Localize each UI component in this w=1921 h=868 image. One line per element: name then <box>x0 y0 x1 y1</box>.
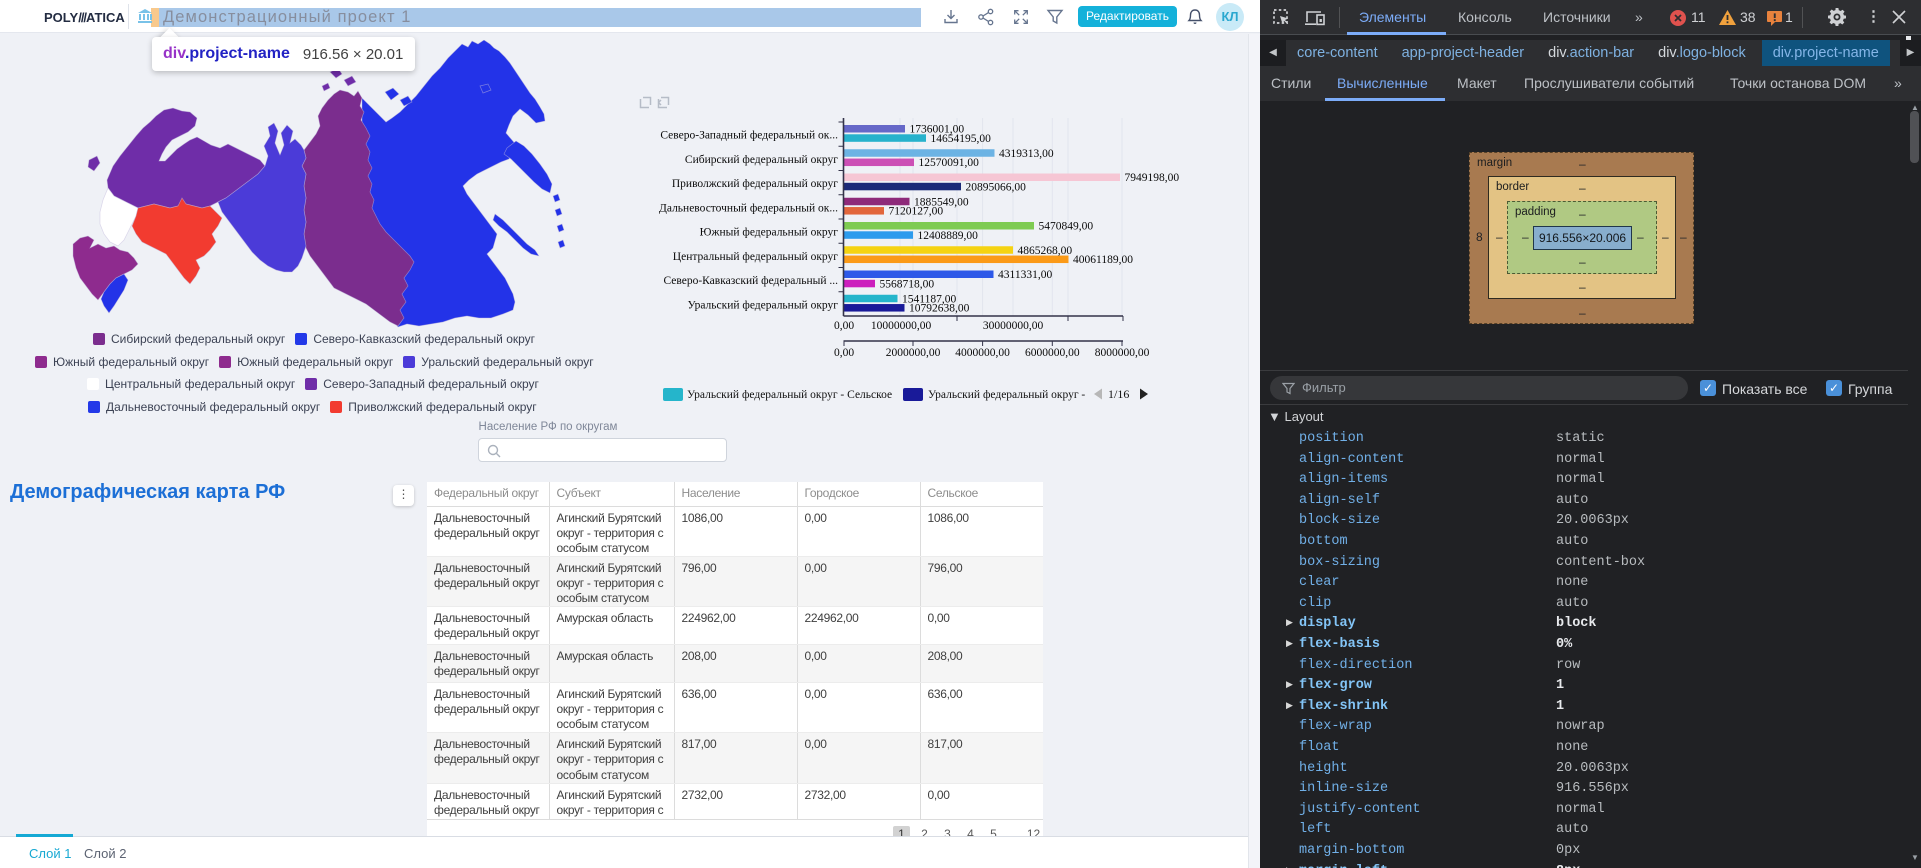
svg-text:7949198,00: 7949198,00 <box>1125 172 1180 184</box>
svg-text:0,00: 0,00 <box>834 347 854 359</box>
svg-text:Дальневосточный федеральный ок: Дальневосточный федеральный ок... <box>659 202 838 214</box>
svg-text:Приволжский федеральный округ: Приволжский федеральный округ <box>672 178 838 190</box>
svg-text:7120127,00: 7120127,00 <box>889 206 944 218</box>
svg-text:10000000,00: 10000000,00 <box>871 320 932 332</box>
svg-text:Северо-Кавказский федеральный: Северо-Кавказский федеральный ... <box>663 275 838 287</box>
svg-text:12408889,00: 12408889,00 <box>918 230 979 242</box>
svg-text:Центральный федеральный округ: Центральный федеральный округ <box>673 251 838 263</box>
svg-text:Уральский федеральный округ -: Уральский федеральный округ - Сельское <box>687 389 892 401</box>
svg-text:5470849,00: 5470849,00 <box>1039 221 1094 233</box>
svg-text:0,00: 0,00 <box>834 320 854 332</box>
svg-text:8000000,00: 8000000,00 <box>1095 347 1150 359</box>
svg-text:Северо-Западный федеральный ок: Северо-Западный федеральный ок... <box>660 130 838 142</box>
svg-text:4865268,00: 4865268,00 <box>1018 245 1073 257</box>
svg-text:4311331,00: 4311331,00 <box>998 269 1052 281</box>
svg-text:30000000,00: 30000000,00 <box>983 320 1044 332</box>
svg-text:12570091,00: 12570091,00 <box>919 157 980 169</box>
svg-text:5568718,00: 5568718,00 <box>880 278 935 290</box>
svg-text:Сибирский федеральный округ: Сибирский федеральный округ <box>685 154 838 166</box>
svg-text:Уральский федеральный округ -: Уральский федеральный округ - <box>928 389 1085 401</box>
svg-text:Южный федеральный округ: Южный федеральный округ <box>700 227 839 239</box>
svg-text:14654195,00: 14654195,00 <box>931 133 992 145</box>
svg-text:6000000,00: 6000000,00 <box>1025 347 1080 359</box>
svg-text:Уральский федеральный округ: Уральский федеральный округ <box>687 299 838 311</box>
svg-text:2000000,00: 2000000,00 <box>886 347 941 359</box>
svg-text:4000000,00: 4000000,00 <box>955 347 1010 359</box>
svg-text:10792638,00: 10792638,00 <box>909 303 970 315</box>
svg-text:4319313,00: 4319313,00 <box>999 148 1054 160</box>
svg-text:1/16: 1/16 <box>1108 387 1129 401</box>
svg-text:20895066,00: 20895066,00 <box>966 181 1027 193</box>
svg-text:40061189,00: 40061189,00 <box>1073 254 1133 266</box>
